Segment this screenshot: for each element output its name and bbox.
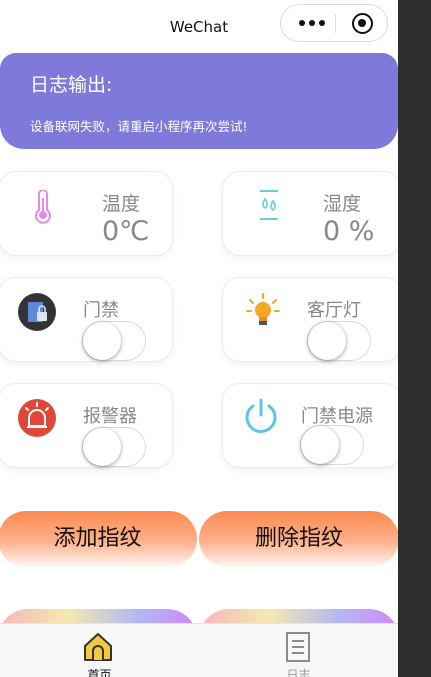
close-miniprogram-icon[interactable]	[352, 13, 373, 34]
log-title: 日志输出:	[30, 74, 113, 96]
tab-home-label: 首页	[87, 668, 112, 677]
door-power-card: 门禁电源	[222, 383, 398, 468]
alarm-label: 报警器	[83, 406, 137, 427]
delete-fingerprint-button[interactable]: 删除指纹	[199, 511, 398, 567]
alarm-icon	[18, 399, 56, 437]
door-label: 门禁	[83, 300, 119, 321]
app-screen: WeChat 日志输出: 设备联网失败，请重启小程序再次尝试! 温度 0℃ 湿度…	[0, 0, 398, 677]
humidity-icon	[260, 190, 278, 220]
living-room-light-card: 客厅灯	[222, 277, 398, 362]
switch-knob	[83, 428, 121, 466]
capsule-menu	[280, 4, 388, 42]
temperature-card: 温度 0℃	[0, 171, 173, 256]
humidity-card: 湿度 0 %	[222, 171, 398, 256]
light-bulb-icon	[246, 293, 280, 325]
tab-log[interactable]: 日志	[199, 624, 398, 677]
document-icon	[286, 632, 310, 662]
door-switch[interactable]	[82, 321, 146, 361]
switch-knob	[301, 426, 339, 464]
capsule-divider	[335, 14, 336, 33]
switch-knob	[83, 322, 121, 360]
door-lock-icon	[18, 293, 56, 331]
temperature-label: 温度	[102, 193, 141, 215]
tab-home[interactable]: 首页	[0, 624, 199, 677]
add-fingerprint-button[interactable]: 添加指纹	[0, 511, 197, 567]
humidity-value: 0 %	[323, 216, 375, 247]
switch-knob	[308, 322, 346, 360]
living-room-light-switch[interactable]	[307, 321, 371, 361]
tab-bar: 首页 日志	[0, 623, 398, 677]
navigation-bar: WeChat	[0, 0, 398, 52]
humidity-label: 湿度	[323, 193, 362, 215]
power-icon	[245, 398, 277, 433]
thermometer-icon	[35, 190, 51, 224]
living-room-light-label: 客厅灯	[307, 300, 361, 321]
window-side-strip	[398, 0, 431, 677]
temperature-value: 0℃	[102, 216, 150, 247]
log-message: 设备联网失败，请重启小程序再次尝试!	[30, 119, 248, 134]
alarm-card: 报警器	[0, 383, 173, 468]
log-panel: 日志输出: 设备联网失败，请重启小程序再次尝试!	[0, 53, 398, 149]
door-power-switch[interactable]	[300, 425, 364, 465]
door-card: 门禁	[0, 277, 173, 362]
more-icon[interactable]	[299, 13, 329, 33]
alarm-switch[interactable]	[82, 427, 146, 467]
tab-log-label: 日志	[286, 668, 311, 677]
home-icon	[84, 633, 112, 661]
